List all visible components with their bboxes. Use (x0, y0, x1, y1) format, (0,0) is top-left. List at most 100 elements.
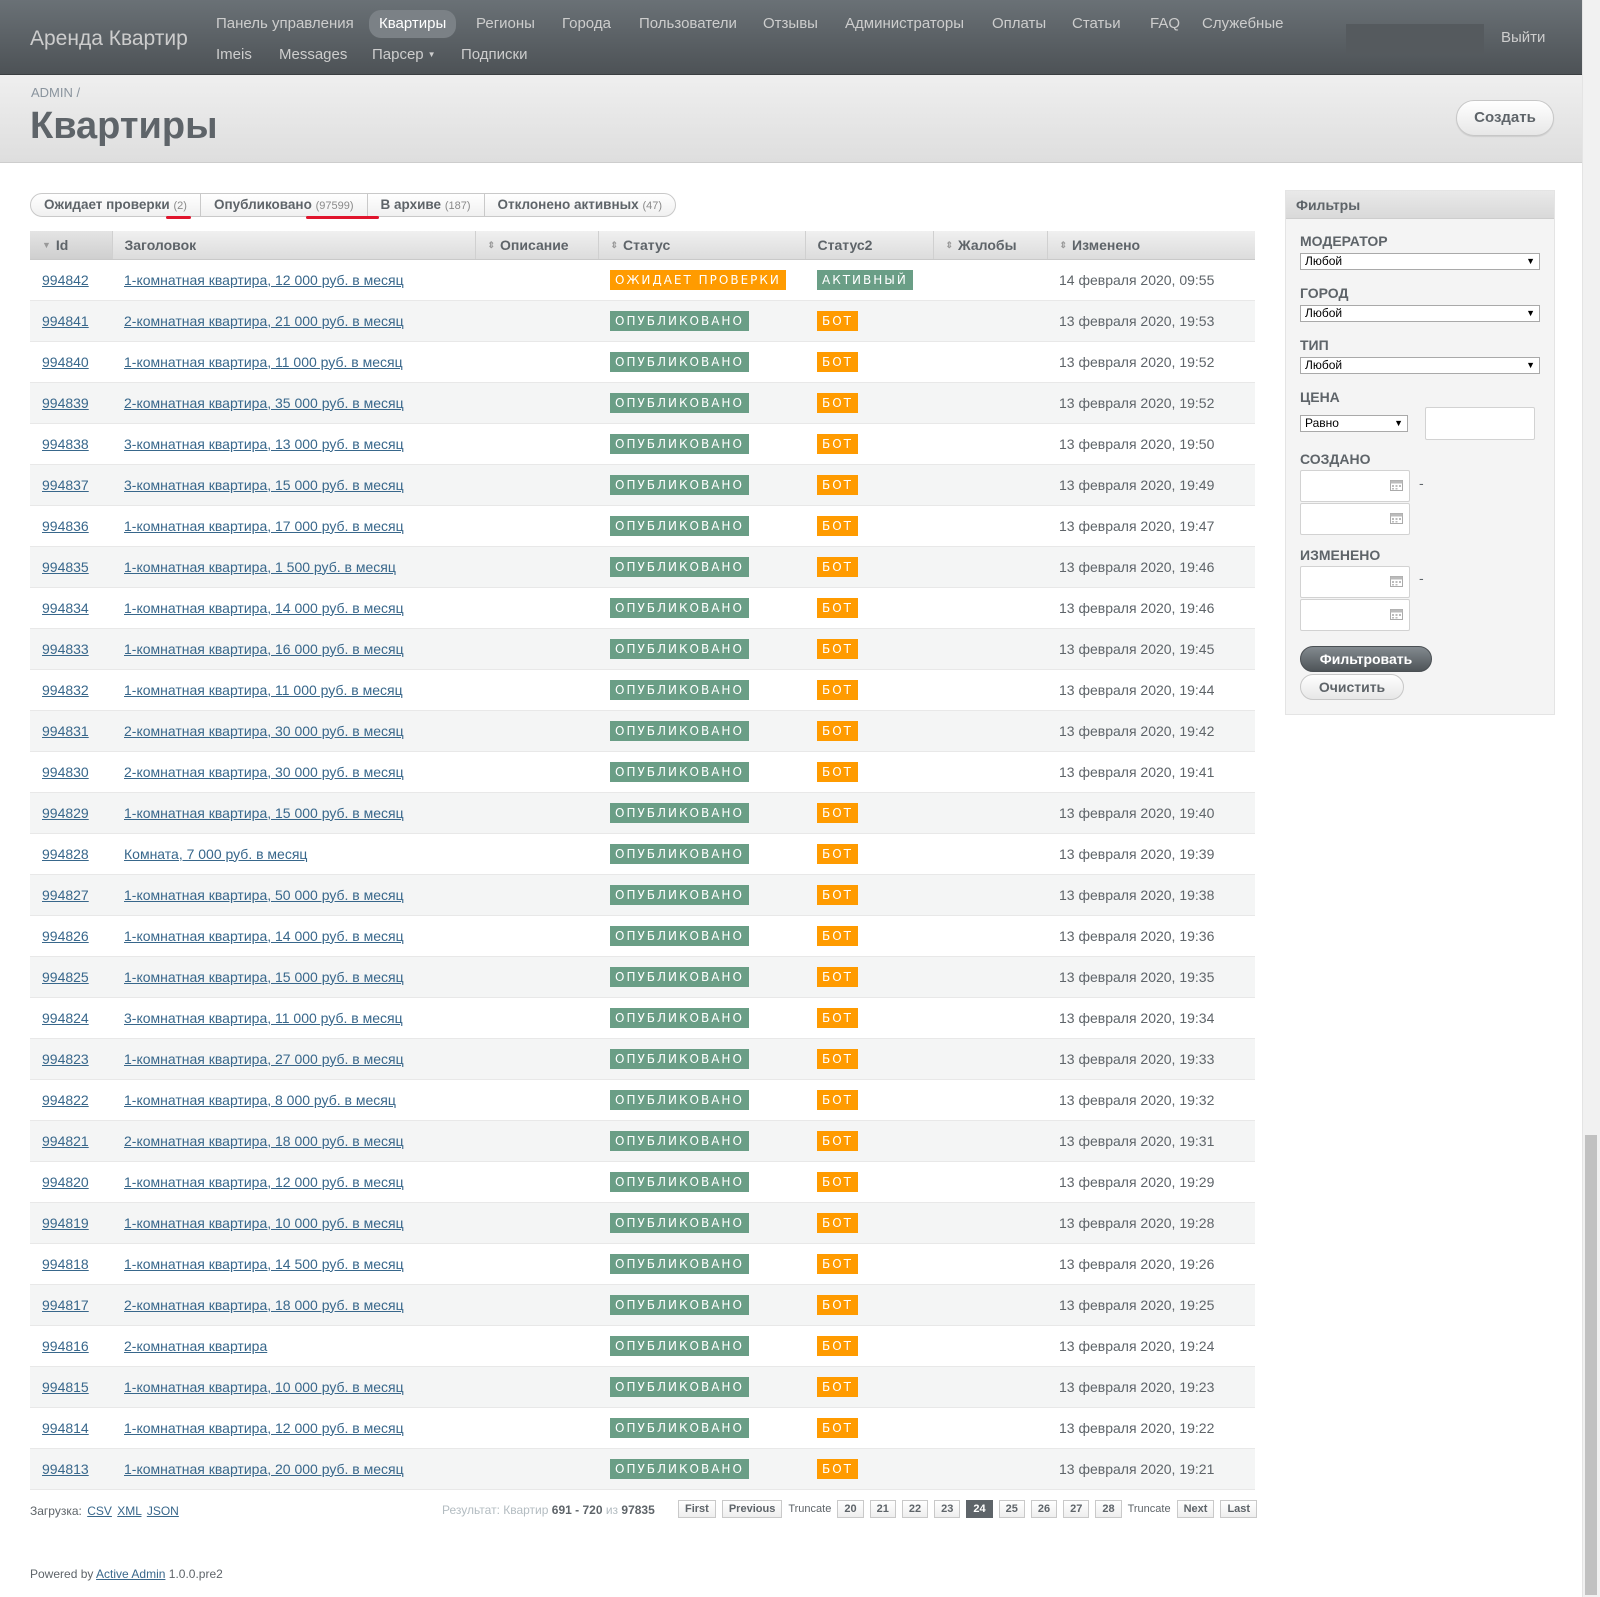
type-select[interactable]: Любой ▼ (1300, 357, 1540, 374)
row-title-link[interactable]: 2-комнатная квартира, 18 000 руб. в меся… (124, 1133, 404, 1149)
row-id-link[interactable]: 994822 (42, 1092, 89, 1108)
first-page-button[interactable]: First (678, 1500, 716, 1518)
row-id-link[interactable]: 994824 (42, 1010, 89, 1026)
row-id-link[interactable]: 994814 (42, 1420, 89, 1436)
moderator-select[interactable]: Любой ▼ (1300, 253, 1540, 270)
row-title-link[interactable]: 1-комнатная квартира, 50 000 руб. в меся… (124, 887, 404, 903)
row-title-link[interactable]: 3-комнатная квартира, 15 000 руб. в меся… (124, 477, 404, 493)
scope-pending[interactable]: Ожидает проверки (2) (31, 194, 201, 216)
col-id[interactable]: ▼ Id (30, 231, 113, 260)
row-title-link[interactable]: 1-комнатная квартира, 12 000 руб. в меся… (124, 272, 404, 288)
row-title-link[interactable]: 1-комнатная квартира, 12 000 руб. в меся… (124, 1174, 404, 1190)
row-title-link[interactable]: 1-комнатная квартира, 10 000 руб. в меся… (124, 1379, 404, 1395)
nav-regions[interactable]: Регионы (466, 10, 545, 38)
city-select[interactable]: Любой ▼ (1300, 305, 1540, 322)
row-title-link[interactable]: 1-комнатная квартира, 14 000 руб. в меся… (124, 600, 404, 616)
row-title-link[interactable]: 2-комнатная квартира, 21 000 руб. в меся… (124, 313, 404, 329)
scope-rejected-active[interactable]: Отклонено активных (47) (485, 194, 676, 216)
logout-link[interactable]: Выйти (1501, 24, 1545, 52)
nav-cities[interactable]: Города (552, 10, 621, 38)
row-id-link[interactable]: 994840 (42, 354, 89, 370)
col-changed[interactable]: ⇕ Изменено (1047, 231, 1255, 260)
clear-filters-button[interactable]: Очистить (1300, 674, 1404, 700)
changed-from-input[interactable] (1300, 566, 1410, 598)
nav-payments[interactable]: Оплаты (982, 10, 1056, 38)
nav-service[interactable]: Служебные (1192, 10, 1293, 38)
row-id-link[interactable]: 994834 (42, 600, 89, 616)
row-id-link[interactable]: 994838 (42, 436, 89, 452)
col-description[interactable]: ⇕ Описание (475, 231, 599, 260)
row-id-link[interactable]: 994839 (42, 395, 89, 411)
row-id-link[interactable]: 994819 (42, 1215, 89, 1231)
row-id-link[interactable]: 994818 (42, 1256, 89, 1272)
row-id-link[interactable]: 994820 (42, 1174, 89, 1190)
row-id-link[interactable]: 994825 (42, 969, 89, 985)
row-id-link[interactable]: 994842 (42, 272, 89, 288)
row-id-link[interactable]: 994816 (42, 1338, 89, 1354)
page-link[interactable]: 22 (901, 1500, 929, 1518)
nav-dashboard[interactable]: Панель управления (206, 10, 364, 38)
scope-archive[interactable]: В архиве (187) (368, 194, 485, 216)
download-xml-link[interactable]: XML (117, 1504, 141, 1518)
row-title-link[interactable]: 1-комнатная квартира, 15 000 руб. в меся… (124, 969, 404, 985)
price-operator-select[interactable]: Равно ▼ (1300, 415, 1408, 432)
row-id-link[interactable]: 994832 (42, 682, 89, 698)
row-id-link[interactable]: 994815 (42, 1379, 89, 1395)
row-id-link[interactable]: 994830 (42, 764, 89, 780)
row-title-link[interactable]: 1-комнатная квартира, 11 000 руб. в меся… (124, 354, 403, 370)
col-status[interactable]: ⇕ Статус (598, 231, 806, 260)
page-link[interactable]: 21 (869, 1500, 896, 1518)
nav-reviews[interactable]: Отзывы (753, 10, 828, 38)
row-title-link[interactable]: 1-комнатная квартира, 17 000 руб. в меся… (124, 518, 404, 534)
row-title-link[interactable]: 1-комнатная квартира, 10 000 руб. в меся… (124, 1215, 404, 1231)
nav-parser[interactable]: Парсер ▼ (362, 41, 446, 69)
row-id-link[interactable]: 994831 (42, 723, 89, 739)
row-id-link[interactable]: 994826 (42, 928, 89, 944)
page-link[interactable]: 27 (1063, 1500, 1090, 1518)
row-title-link[interactable]: Комната, 7 000 руб. в месяц (124, 846, 307, 862)
nav-articles[interactable]: Статьи (1062, 10, 1131, 38)
row-title-link[interactable]: 2-комнатная квартира (124, 1338, 267, 1354)
row-id-link[interactable]: 994823 (42, 1051, 89, 1067)
nav-imeis[interactable]: Imeis (206, 41, 262, 69)
page-link[interactable]: 20 (837, 1500, 864, 1518)
created-from-input[interactable] (1300, 470, 1410, 502)
row-title-link[interactable]: 2-комнатная квартира, 18 000 руб. в меся… (124, 1297, 404, 1313)
row-id-link[interactable]: 994827 (42, 887, 89, 903)
row-id-link[interactable]: 994821 (42, 1133, 89, 1149)
create-button[interactable]: Создать (1456, 100, 1554, 136)
filter-button[interactable]: Фильтровать (1300, 646, 1432, 672)
col-complaints[interactable]: ⇕ Жалобы (933, 231, 1048, 260)
download-json-link[interactable]: JSON (147, 1504, 179, 1518)
row-title-link[interactable]: 1-комнатная квартира, 27 000 руб. в меся… (124, 1051, 404, 1067)
page-link[interactable]: 25 (998, 1500, 1025, 1518)
changed-to-input[interactable] (1300, 599, 1410, 631)
row-title-link[interactable]: 3-комнатная квартира, 13 000 руб. в меся… (124, 436, 404, 452)
price-input[interactable] (1425, 407, 1535, 440)
row-id-link[interactable]: 994813 (42, 1461, 89, 1477)
row-id-link[interactable]: 994841 (42, 313, 89, 329)
row-title-link[interactable]: 2-комнатная квартира, 30 000 руб. в меся… (124, 723, 404, 739)
nav-users[interactable]: Пользователи (629, 10, 747, 38)
row-title-link[interactable]: 1-комнатная квартира, 11 000 руб. в меся… (124, 682, 403, 698)
row-title-link[interactable]: 1-комнатная квартира, 16 000 руб. в меся… (124, 641, 404, 657)
row-title-link[interactable]: 1-комнатная квартира, 15 000 руб. в меся… (124, 805, 404, 821)
site-title[interactable]: Аренда Квартир (30, 27, 188, 51)
page-link[interactable]: 24 (966, 1500, 993, 1518)
nav-admins[interactable]: Администраторы (835, 10, 974, 38)
row-title-link[interactable]: 1-комнатная квартира, 14 000 руб. в меся… (124, 928, 404, 944)
row-title-link[interactable]: 2-комнатная квартира, 30 000 руб. в меся… (124, 764, 404, 780)
scope-published[interactable]: Опубликовано (97599) (201, 194, 368, 216)
row-title-link[interactable]: 1-комнатная квартира, 20 000 руб. в меся… (124, 1461, 404, 1477)
row-title-link[interactable]: 1-комнатная квартира, 12 000 руб. в меся… (124, 1420, 404, 1436)
row-id-link[interactable]: 994833 (42, 641, 89, 657)
row-title-link[interactable]: 1-комнатная квартира, 1 500 руб. в месяц (124, 559, 396, 575)
row-id-link[interactable]: 994835 (42, 559, 89, 575)
row-id-link[interactable]: 994829 (42, 805, 89, 821)
row-id-link[interactable]: 994828 (42, 846, 89, 862)
row-id-link[interactable]: 994836 (42, 518, 89, 534)
row-title-link[interactable]: 1-комнатная квартира, 8 000 руб. в месяц (124, 1092, 396, 1108)
nav-faq[interactable]: FAQ (1140, 10, 1190, 38)
row-title-link[interactable]: 2-комнатная квартира, 35 000 руб. в меся… (124, 395, 404, 411)
previous-page-button[interactable]: Previous (721, 1500, 783, 1518)
